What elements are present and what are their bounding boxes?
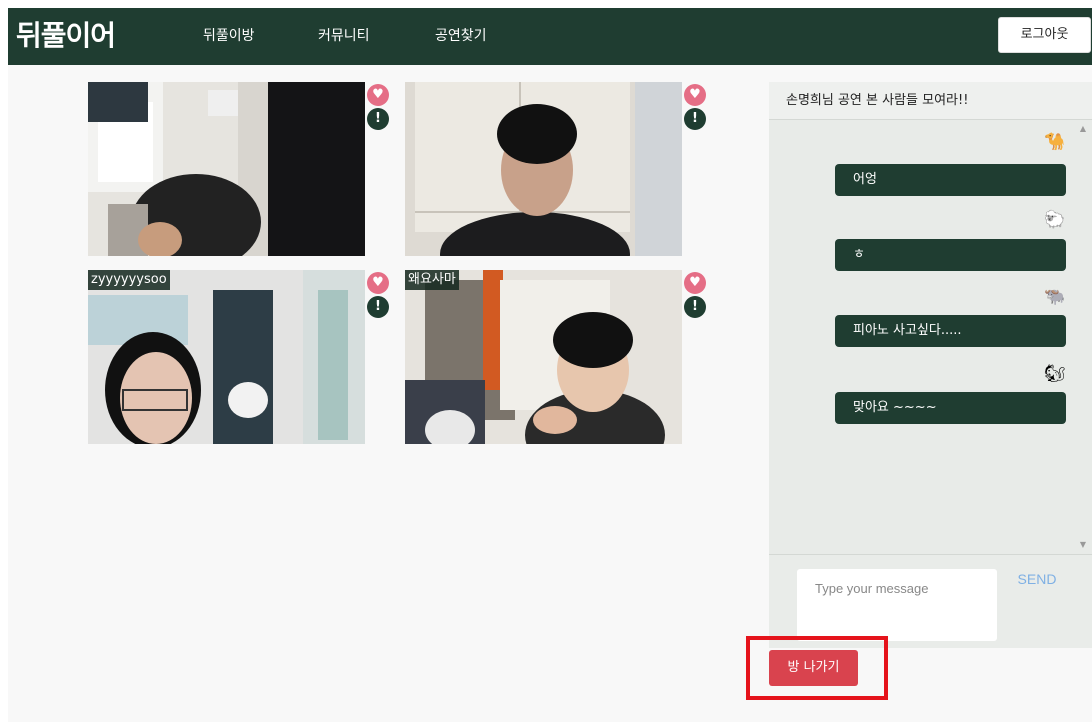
nav-link-find-shows[interactable]: 공연찾기: [435, 8, 487, 65]
logout-button[interactable]: 로그아웃: [998, 17, 1091, 53]
video-tile-1: [88, 82, 365, 256]
report-exclamation-icon[interactable]: !: [367, 296, 389, 318]
chat-room-title: 손명희님 공연 본 사람들 모여라!!: [769, 82, 1092, 120]
report-exclamation-icon[interactable]: !: [684, 296, 706, 318]
scroll-up-arrow-icon[interactable]: ▲: [1080, 124, 1086, 133]
chat-compose-area: SEND: [769, 554, 1092, 648]
nav-link-afterparty-rooms[interactable]: 뒤풀이방: [203, 8, 255, 65]
send-button[interactable]: SEND: [1011, 565, 1063, 593]
video-feed-1: [88, 82, 365, 256]
report-exclamation-icon[interactable]: !: [684, 108, 706, 130]
buffalo-icon: 🐃: [1044, 287, 1066, 307]
chat-message-bubble: 어엉: [835, 164, 1066, 196]
chat-panel: 손명희님 공연 본 사람들 모여라!! ▲ 🐪 어엉 🐑 ㅎ 🐃 피아노 사고싶…: [769, 82, 1092, 648]
camel-icon: 🐪: [1044, 132, 1066, 152]
video-tile-4: 왜요사마: [405, 270, 682, 444]
like-heart-icon[interactable]: [367, 272, 389, 294]
leave-room-button[interactable]: 방 나가기: [769, 650, 858, 686]
report-exclamation-icon[interactable]: !: [367, 108, 389, 130]
like-heart-icon[interactable]: [684, 84, 706, 106]
squirrel-icon: 🐿: [1044, 364, 1066, 384]
video-tile-3: zyyyyyysoo: [88, 270, 365, 444]
video-feed-2: [405, 82, 682, 256]
like-heart-icon[interactable]: [684, 272, 706, 294]
room-page: 뒤풀이어 뒤풀이방 커뮤니티 공연찾기 로그아웃 !: [8, 8, 1092, 722]
participant-name: 왜요사마: [405, 270, 459, 290]
nav-link-community[interactable]: 커뮤니티: [318, 8, 370, 65]
message-input[interactable]: [797, 569, 997, 641]
video-feed-3: [88, 270, 365, 444]
chat-message-bubble: 피아노 사고싶다.....: [835, 315, 1066, 347]
video-feed-4: [405, 270, 682, 444]
video-tile-2: [405, 82, 682, 256]
chat-message-list[interactable]: ▲ 🐪 어엉 🐑 ㅎ 🐃 피아노 사고싶다..... 🐿 맞아요 ~~~~ ▼: [769, 120, 1092, 554]
participant-name: zyyyyyysoo: [88, 270, 170, 290]
chat-message-bubble: 맞아요 ~~~~: [835, 392, 1066, 424]
sheep-icon: 🐑: [1044, 210, 1066, 230]
chat-message-bubble: ㅎ: [835, 239, 1066, 271]
logo[interactable]: 뒤풀이어: [16, 16, 116, 56]
like-heart-icon[interactable]: [367, 84, 389, 106]
top-navbar: 뒤풀이어 뒤풀이방 커뮤니티 공연찾기 로그아웃: [8, 8, 1092, 65]
scroll-down-arrow-icon[interactable]: ▼: [1080, 540, 1086, 549]
